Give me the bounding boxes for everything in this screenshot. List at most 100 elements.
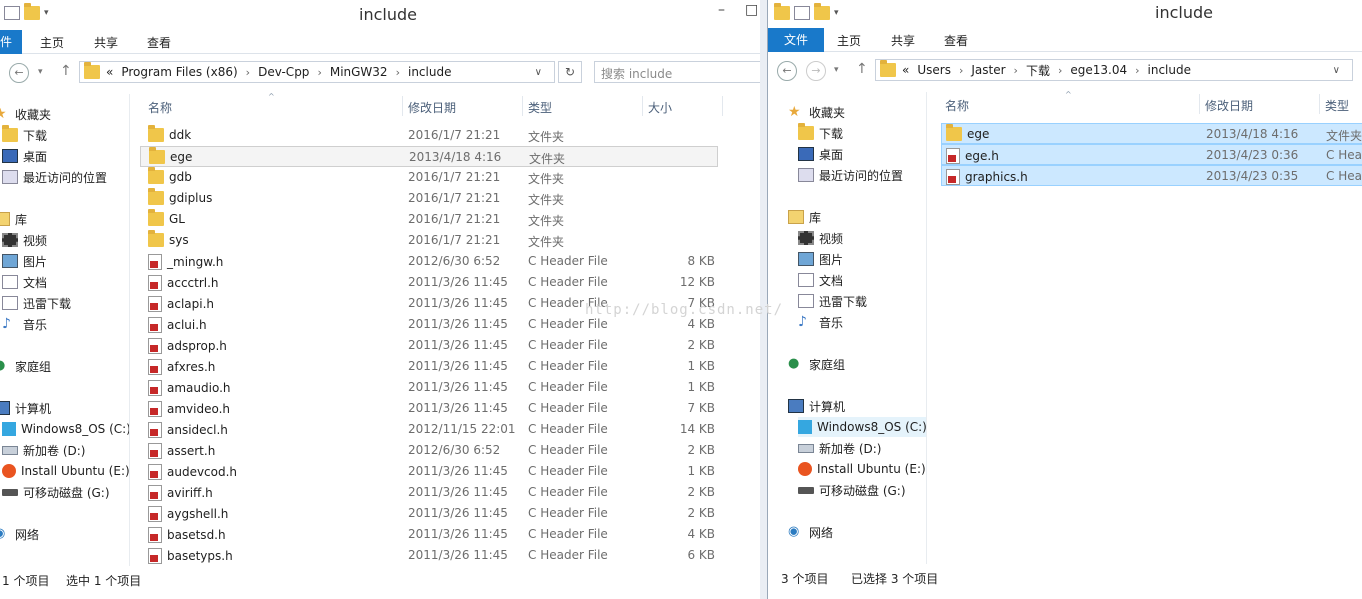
column-separator[interactable]	[1319, 94, 1320, 114]
nav-item[interactable]: 音乐	[2, 314, 47, 334]
nav-item[interactable]: 文档	[2, 272, 47, 292]
table-row[interactable]: adsprop.h 2011/3/26 11:45 C Header File 2 K…	[140, 335, 718, 356]
table-row[interactable]: sys 2016/1/7 21:21 文件夹	[140, 230, 718, 251]
table-row[interactable]: aygshell.h 2011/3/26 11:45 C Header File 2 …	[140, 503, 718, 524]
chevron-right-icon[interactable]: ›	[317, 66, 321, 79]
back-button[interactable]: ←	[9, 63, 29, 83]
table-row[interactable]: amaudio.h 2011/3/26 11:45 C Header File 1 K…	[140, 377, 718, 398]
pane-splitter[interactable]	[129, 94, 130, 566]
table-row[interactable]: basetsd.h 2011/3/26 11:45 C Header File 4 K…	[140, 524, 718, 545]
column-header-name[interactable]: 名称	[945, 97, 969, 114]
nav-item[interactable]: 视频	[798, 228, 843, 248]
tab-file[interactable]: 文件	[768, 28, 825, 52]
table-row[interactable]: ege 2013/4/18 4:16 文件夹	[140, 146, 718, 167]
breadcrumb-segment[interactable]: Program Files (x86)	[121, 65, 237, 79]
chevron-right-icon[interactable]: ›	[1135, 64, 1139, 77]
nav-item[interactable]: 文档	[798, 270, 843, 290]
breadcrumb-segment[interactable]: include	[1148, 63, 1191, 77]
recent-dropdown-icon[interactable]: ▾	[38, 67, 43, 77]
address-prefix[interactable]: «	[106, 65, 113, 79]
nav-item[interactable]: 库	[0, 209, 27, 229]
breadcrumb-segment[interactable]: ege13.04	[1070, 63, 1127, 77]
table-row[interactable]: graphics.h 2013/4/23 0:35 C Head	[941, 165, 1362, 186]
column-header-date[interactable]: 修改日期	[408, 99, 456, 116]
new-folder-icon[interactable]	[24, 3, 40, 20]
qa-dropdown-icon[interactable]: ▾	[44, 8, 49, 18]
chevron-right-icon[interactable]: ›	[1014, 64, 1018, 77]
nav-item[interactable]: 迅雷下载	[798, 291, 867, 311]
tab-view[interactable]: 查看	[944, 32, 968, 49]
table-row[interactable]: assert.h 2012/6/30 6:52 C Header File 2 KB	[140, 440, 718, 461]
properties-icon[interactable]	[4, 6, 20, 20]
table-row[interactable]: audevcod.h 2011/3/26 11:45 C Header File 1 …	[140, 461, 718, 482]
nav-item[interactable]: 图片	[798, 249, 843, 269]
qa-dropdown-icon[interactable]: ▾	[834, 8, 839, 18]
address-dropdown-icon[interactable]: ∨	[535, 67, 542, 78]
table-row[interactable]: ddk 2016/1/7 21:21 文件夹	[140, 125, 718, 146]
breadcrumb-segment[interactable]: MinGW32	[330, 65, 388, 79]
nav-item[interactable]: 家庭组	[788, 354, 845, 374]
table-row[interactable]: amvideo.h 2011/3/26 11:45 C Header File 7 K…	[140, 398, 718, 419]
nav-item[interactable]: 新加卷 (D:)	[798, 438, 881, 458]
nav-item[interactable]: Install Ubuntu (E:)	[798, 459, 926, 479]
column-header-name[interactable]: 名称	[148, 99, 172, 116]
nav-item[interactable]: 视频	[2, 230, 47, 250]
search-input[interactable]: 搜索 include	[594, 61, 760, 83]
table-row[interactable]: basetyps.h 2011/3/26 11:45 C Header File 6 …	[140, 545, 718, 566]
table-row[interactable]: ege 2013/4/18 4:16 文件夹	[941, 123, 1362, 144]
chevron-right-icon[interactable]: ›	[959, 64, 963, 77]
nav-item[interactable]: 收藏夹	[0, 104, 51, 124]
address-bar[interactable]: « Users › Jaster › 下载 › ege13.04 › include ∨	[875, 59, 1353, 81]
column-separator[interactable]	[402, 96, 403, 116]
nav-item[interactable]: 音乐	[798, 312, 843, 332]
up-arrow-icon[interactable]: ↑	[60, 63, 72, 79]
recent-dropdown-icon[interactable]: ▾	[834, 65, 839, 75]
nav-item[interactable]: 最近访问的位置	[2, 167, 107, 187]
nav-item[interactable]: 可移动磁盘 (G:)	[2, 482, 110, 502]
nav-item[interactable]: 家庭组	[0, 356, 51, 376]
table-row[interactable]: accctrl.h 2011/3/26 11:45 C Header File 12 …	[140, 272, 718, 293]
breadcrumb-segment[interactable]: include	[408, 65, 451, 79]
pane-splitter[interactable]	[926, 92, 927, 564]
maximize-icon[interactable]: □	[745, 2, 758, 18]
address-dropdown-icon[interactable]: ∨	[1333, 65, 1340, 76]
nav-item[interactable]: 计算机	[0, 398, 51, 418]
minimize-icon[interactable]: –	[718, 2, 725, 18]
nav-item[interactable]: 桌面	[798, 144, 843, 164]
column-separator[interactable]	[722, 96, 723, 116]
new-folder-icon[interactable]	[814, 3, 830, 20]
table-row[interactable]: GL 2016/1/7 21:21 文件夹	[140, 209, 718, 230]
column-header-type[interactable]: 类型	[1325, 97, 1349, 114]
nav-item[interactable]: 图片	[2, 251, 47, 271]
nav-item[interactable]: Install Ubuntu (E:)	[2, 461, 130, 481]
refresh-button[interactable]: ↻	[558, 61, 582, 83]
breadcrumb-segment[interactable]: Dev-Cpp	[258, 65, 309, 79]
nav-item[interactable]: 可移动磁盘 (G:)	[798, 480, 906, 500]
nav-item[interactable]: 库	[788, 207, 821, 227]
back-button[interactable]: ←	[777, 61, 797, 81]
tab-home[interactable]: 主页	[837, 32, 861, 49]
tab-share[interactable]: 共享	[94, 34, 118, 51]
nav-item[interactable]: 新加卷 (D:)	[2, 440, 85, 460]
nav-item[interactable]: 网络	[0, 524, 39, 544]
tab-view[interactable]: 查看	[147, 34, 171, 51]
tab-home[interactable]: 主页	[40, 34, 64, 51]
nav-item[interactable]: 桌面	[2, 146, 47, 166]
chevron-right-icon[interactable]: ›	[246, 66, 250, 79]
nav-item[interactable]: Windows8_OS (C:)	[2, 419, 130, 439]
nav-item[interactable]: 下载	[798, 123, 843, 143]
chevron-right-icon[interactable]: ›	[1058, 64, 1062, 77]
column-header-size[interactable]: 大小	[648, 99, 672, 116]
breadcrumb-segment[interactable]: Jaster	[971, 63, 1005, 77]
table-row[interactable]: gdiplus 2016/1/7 21:21 文件夹	[140, 188, 718, 209]
table-row[interactable]: ansidecl.h 2012/11/15 22:01 C Header File 1…	[140, 419, 718, 440]
table-row[interactable]: afxres.h 2011/3/26 11:45 C Header File 1 KB	[140, 356, 718, 377]
address-bar[interactable]: « Program Files (x86) › Dev-Cpp › MinGW32 ›…	[79, 61, 555, 83]
address-prefix[interactable]: «	[902, 63, 909, 77]
column-separator[interactable]	[522, 96, 523, 116]
nav-item[interactable]: 收藏夹	[788, 102, 845, 122]
table-row[interactable]: _mingw.h 2012/6/30 6:52 C Header File 8 KB	[140, 251, 718, 272]
nav-item[interactable]: Windows8_OS (C:)	[798, 417, 926, 437]
column-header-date[interactable]: 修改日期	[1205, 97, 1253, 114]
breadcrumb-segment[interactable]: Users	[917, 63, 951, 77]
